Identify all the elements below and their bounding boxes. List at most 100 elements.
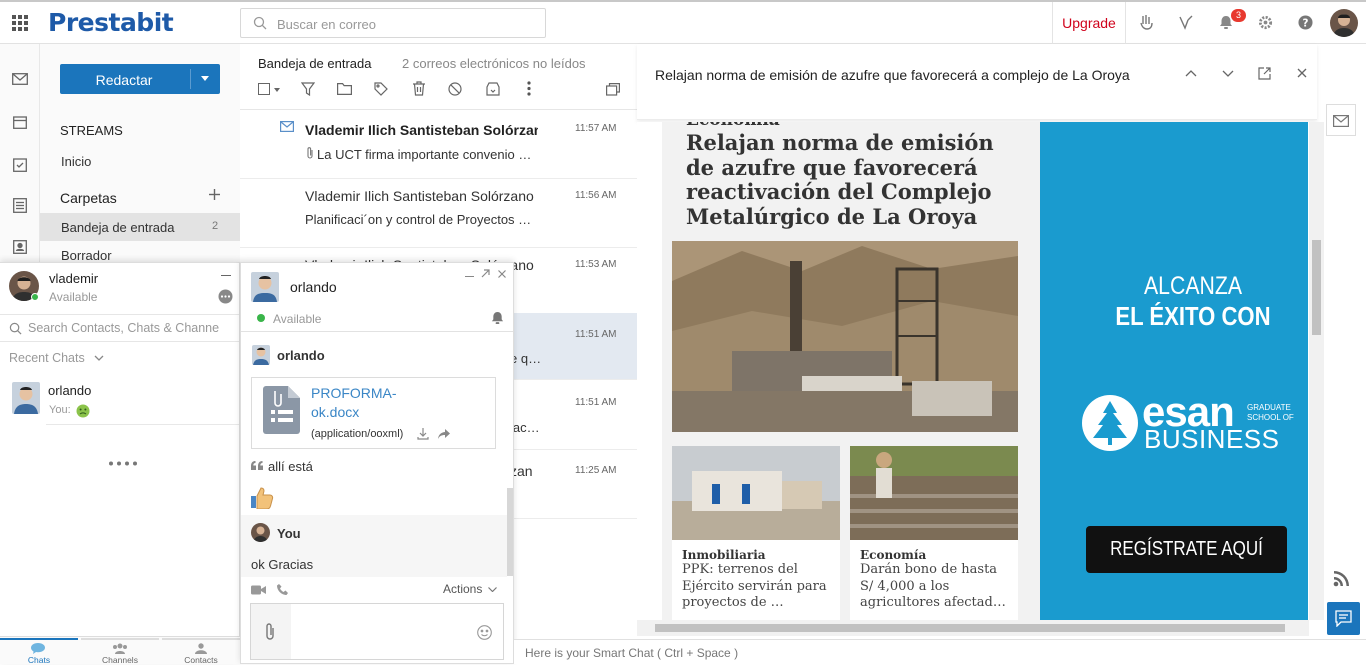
mail-time: 11:57 AM [575, 123, 617, 134]
thumbs-up-icon [251, 487, 274, 509]
select-all-checkbox[interactable] [258, 83, 270, 95]
conversation-status: Available [273, 312, 322, 326]
contacts-hand-icon[interactable] [1138, 14, 1154, 30]
emoji-picker-icon[interactable] [477, 625, 492, 640]
mail-row[interactable]: Vlademir Ilich Santisteban Solórzano 11:… [240, 110, 637, 179]
scrollbar-thumb[interactable] [655, 624, 1285, 632]
contact-name: orlando [48, 383, 92, 398]
mail-subject: e q… [510, 351, 542, 366]
upgrade-button[interactable]: Upgrade [1052, 2, 1126, 44]
conversation-view-icon[interactable] [606, 83, 620, 96]
mail-time: 11:51 AM [575, 397, 617, 408]
streams-heading: STREAMS [60, 123, 123, 138]
rail-calendar-icon[interactable] [13, 115, 27, 129]
rail-mail-icon[interactable] [12, 73, 28, 85]
top-bar [0, 0, 1366, 44]
actions-menu[interactable]: Actions [443, 582, 482, 596]
actions-chevron-icon[interactable] [488, 587, 497, 592]
add-folder-icon[interactable] [209, 189, 220, 200]
more-options-icon[interactable] [527, 81, 531, 96]
search-icon [9, 322, 22, 335]
file-name-line2[interactable]: ok.docx [311, 404, 359, 420]
previous-mail-chevron-up-icon[interactable] [1185, 70, 1197, 77]
move-folder-icon[interactable] [337, 83, 352, 95]
help-icon[interactable]: ? [1298, 15, 1313, 30]
rail-contacts-icon[interactable] [13, 240, 27, 254]
filter-icon[interactable] [301, 82, 315, 96]
self-status[interactable]: Available [49, 290, 97, 304]
tab-chats[interactable]: Chats [0, 638, 78, 665]
article-card[interactable]: Inmobiliaria PPK: terrenos del Ejército … [672, 446, 840, 620]
more-menu-icon[interactable] [218, 289, 233, 304]
rss-feed-icon[interactable] [1333, 570, 1350, 587]
compose-dropdown-icon[interactable] [201, 76, 209, 81]
sidebar-item-inbox[interactable]: Bandeja de entrada 2 [40, 213, 240, 241]
download-icon[interactable] [417, 428, 429, 440]
folder-title: Bandeja de entrada [258, 56, 372, 71]
rail-tasks-icon[interactable] [13, 157, 27, 172]
select-dropdown-icon[interactable] [274, 88, 280, 92]
close-pane-icon[interactable] [1297, 68, 1307, 78]
file-type: (application/ooxml) [311, 428, 404, 440]
chat-header-divider [241, 331, 513, 332]
next-mail-chevron-down-icon[interactable] [1222, 70, 1234, 77]
chevron-down-icon[interactable] [94, 355, 104, 361]
sidebar-item-drafts[interactable]: Borrador [61, 248, 112, 263]
notification-bell-icon[interactable] [491, 311, 504, 325]
vertical-scrollbar[interactable] [1309, 122, 1324, 620]
signature-icon[interactable] [1178, 14, 1194, 30]
channels-tab-icon [113, 643, 127, 654]
share-forward-icon[interactable] [438, 429, 450, 439]
compose-button[interactable]: Redactar [60, 64, 220, 94]
recent-chat-item[interactable]: orlando You: [0, 372, 239, 424]
popout-icon[interactable] [481, 269, 490, 278]
rail-notes-icon[interactable] [13, 198, 27, 213]
user-avatar[interactable] [1330, 9, 1358, 37]
spam-block-icon[interactable] [448, 82, 462, 96]
mail-subject: lac… [510, 420, 540, 435]
video-call-icon[interactable] [251, 585, 266, 595]
card-photo [850, 446, 1018, 540]
own-message-text: ok Gracias [251, 557, 314, 572]
mail-row[interactable]: Vlademir Ilich Santisteban Solórzano 11:… [240, 179, 637, 248]
file-attachment-card[interactable]: PROFORMA- ok.docx (application/ooxml) [251, 377, 496, 449]
minimize-icon[interactable] [221, 275, 231, 276]
open-external-icon[interactable] [1258, 67, 1271, 80]
scrollbar-thumb[interactable] [1312, 240, 1321, 335]
article-card[interactable]: Economía Darán bono de hasta S/ 4,000 a … [850, 446, 1018, 620]
minimize-window-icon[interactable] [465, 276, 474, 277]
app-logo[interactable]: Prestabit [48, 8, 174, 37]
smart-chat-bar[interactable]: Here is your Smart Chat ( Ctrl + Space ) [514, 639, 1366, 664]
tag-icon[interactable] [374, 82, 388, 96]
mail-search-input[interactable]: Buscar en correo [240, 8, 546, 38]
self-name: vlademir [49, 271, 99, 286]
esan-logo-circle [1082, 395, 1138, 451]
conversation-avatar [251, 272, 279, 302]
recent-chats-heading[interactable]: Recent Chats [9, 351, 85, 365]
archive-icon[interactable] [486, 82, 500, 96]
horizontal-scrollbar[interactable] [637, 620, 1309, 636]
sidebar-item-inicio[interactable]: Inicio [61, 154, 91, 169]
chat-scrollbar[interactable] [507, 488, 513, 576]
delete-icon[interactable] [412, 81, 426, 96]
app-grid-icon[interactable] [12, 15, 28, 31]
side-mail-button[interactable] [1326, 104, 1356, 136]
ad-register-button[interactable]: REGÍSTRATE AQUÍ [1086, 526, 1287, 573]
close-chat-icon[interactable] [498, 270, 506, 278]
card-section: Inmobiliaria [682, 548, 766, 562]
feedback-button[interactable] [1327, 602, 1360, 635]
tab-channels[interactable]: Channels [81, 638, 159, 665]
article-headline[interactable]: Relajan norma de emisión de azufre que f… [686, 130, 1016, 229]
contact-search[interactable]: Search Contacts, Chats & Channe [0, 314, 239, 342]
audio-call-icon[interactable] [277, 584, 288, 595]
tree-icon [1093, 401, 1127, 445]
contacts-tab-icon [195, 643, 207, 654]
settings-gear-icon[interactable] [1258, 15, 1273, 30]
article-main-photo[interactable] [672, 241, 1018, 432]
own-avatar [251, 523, 270, 542]
message-input[interactable] [250, 603, 504, 660]
tab-contacts[interactable]: Contacts [162, 638, 240, 665]
attach-paperclip-icon[interactable] [265, 623, 275, 641]
card-text: PPK: terrenos del Ejército servirán para… [682, 562, 827, 610]
file-name-line1[interactable]: PROFORMA- [311, 385, 397, 401]
